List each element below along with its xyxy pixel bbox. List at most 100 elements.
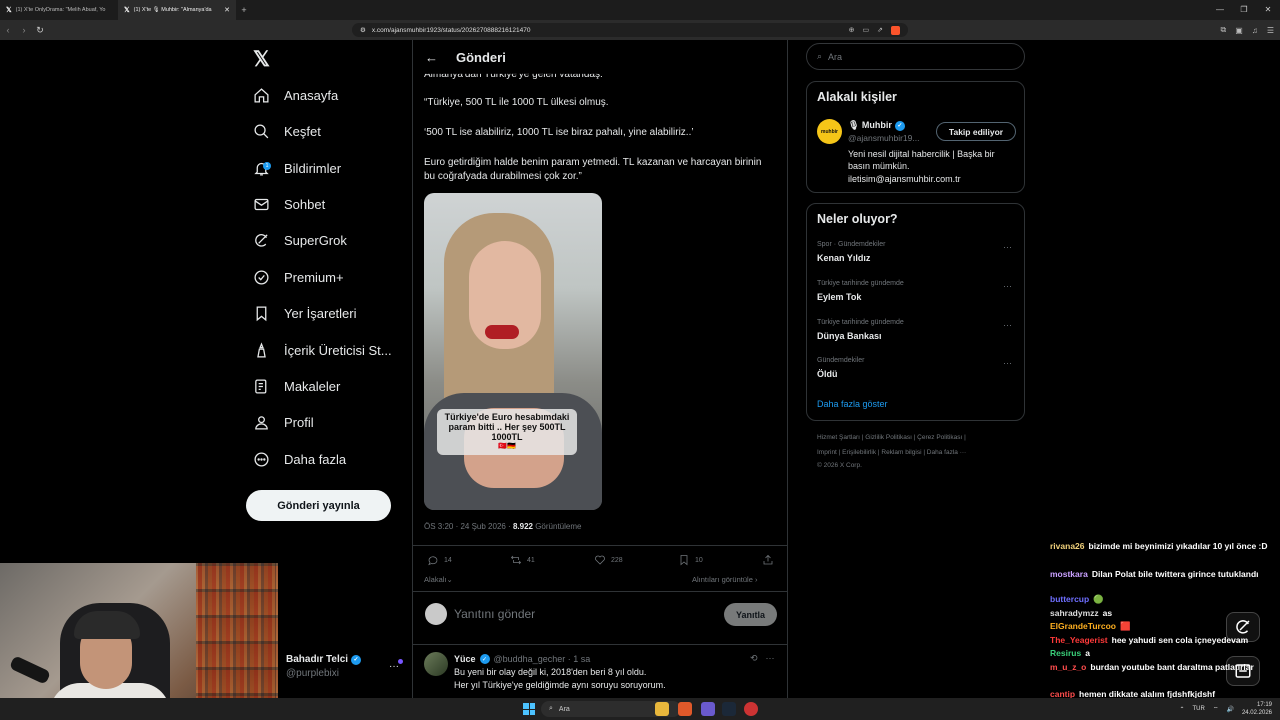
forward-icon[interactable]: › [16,25,32,35]
screen-icon[interactable]: ▭ [863,26,870,35]
footer-links[interactable]: Hizmet Şartları | Gizlilik Politikası | … [817,434,966,441]
site-info-icon[interactable]: ⚙ [360,26,366,34]
creator-icon [257,341,266,358]
chat-username[interactable]: The_Yeagerist [1050,635,1108,646]
menu-icon[interactable]: ☰ [1267,26,1274,35]
avatar[interactable] [424,652,448,676]
sidebar-item-explore[interactable]: Keşfet [253,118,321,144]
following-button[interactable]: Takip ediliyor [936,122,1016,141]
back-arrow-icon[interactable]: ← [425,50,438,65]
trend-item[interactable]: Dünya Bankası [817,331,882,341]
volume-icon[interactable]: 🔊 [1226,706,1233,713]
footer-links[interactable]: Imprint | Erişilebilirlik | Reklam bilgi… [817,449,966,456]
maximize-icon[interactable]: ❐ [1232,0,1256,20]
bookmark-button[interactable]: 10 [678,554,703,566]
verified-icon: ✓ [351,654,362,665]
chat-text: burdan youtube bant daraltma patlatırlar [1090,662,1254,672]
chat-username[interactable]: buttercup [1050,594,1089,605]
sidebar-item-home[interactable]: Anasayfa [253,82,338,108]
trend-item[interactable]: Eylem Tok [817,292,861,302]
sidebar-item-creator-studio[interactable]: İçerik Üreticisi St... [253,337,392,363]
chat-message: rivana26 bizimde mi beynimizi yıkadılar 1… [1050,541,1270,552]
chat-username[interactable]: ElGrandeTurcoo [1050,621,1116,632]
extensions-icon[interactable]: ⧉ [1221,25,1227,35]
back-icon[interactable]: ‹ [0,25,16,35]
brave-browser-icon[interactable] [678,702,692,716]
chat-text: a [1085,648,1090,658]
sidebar-item-premium[interactable]: Premium+ [253,264,344,290]
sidebar-item-more[interactable]: Daha fazla [253,446,346,472]
reply-button[interactable]: 14 [427,554,452,566]
chevron-down-icon: ⌄ [446,575,453,584]
reply-submit-button[interactable]: Yanıtla [724,603,777,626]
trend-more-icon[interactable]: ··· [1003,320,1012,330]
address-bar[interactable]: ⚙ x.com/ajansmuhbir1923/status/202627088… [352,23,908,37]
chat-message: ElGrandeTurcoo 🟥 [1050,621,1270,632]
sidebar-item-label: Daha fazla [284,451,347,467]
x-logo-icon[interactable]: 𝕏 [253,47,270,72]
steam-icon[interactable] [722,702,736,716]
muhbir-avatar[interactable]: muhbir [817,119,842,144]
chat-username[interactable]: m_u_z_o [1050,662,1086,673]
account-switcher[interactable]: Bahadır Telci ✓ @purplebixi [286,654,362,679]
chevron-up-icon[interactable]: ⌃ [1179,706,1184,713]
sidebar-item-articles[interactable]: Makaleler [253,373,340,399]
clock[interactable]: 17:19 24.02.2026 [1242,701,1272,717]
related-dropdown[interactable]: Alakalı⌄ [424,575,453,584]
reload-icon[interactable]: ↻ [32,25,48,36]
brave-shield-icon[interactable] [891,25,900,35]
file-explorer-icon[interactable] [655,702,669,716]
chat-username[interactable]: Resirus [1050,648,1081,659]
discord-icon[interactable] [701,702,715,716]
wallet-icon[interactable]: ▣ [1235,26,1243,35]
minimize-icon[interactable]: — [1208,0,1232,20]
close-tab-icon[interactable]: ✕ [224,6,230,14]
app-icon[interactable] [744,702,758,716]
trend-item[interactable]: Kenan Yıldız [817,253,870,263]
browser-tab-active[interactable]: 𝕏 (1) X'te 🎙 Muhbir: "Almanya'da ✕ [118,0,236,20]
reply-author-name[interactable]: Yüce [454,654,476,664]
repost-button[interactable]: 41 [510,554,535,566]
like-button[interactable]: 228 [594,554,623,566]
post-button[interactable]: Gönderi yayınla [246,490,391,521]
search-input[interactable]: ⌕ Ara [806,43,1025,70]
grok-icon[interactable]: ⟲ [750,653,758,664]
sidebar-item-bookmarks[interactable]: Yer İşaretleri [253,300,357,326]
zoom-icon[interactable]: ⊕ [849,26,855,35]
view-quotes-link[interactable]: Alıntıları görüntüle › [692,575,757,584]
windows-start-icon[interactable] [523,703,535,715]
muhbir-name[interactable]: 🎙 Muhbir ✓ [848,120,905,131]
reply-icon [428,556,438,566]
trend-more-icon[interactable]: ··· [1003,281,1012,291]
network-icon[interactable]: ⌔ [1213,705,1219,713]
sidebar-item-supergrok[interactable]: SuperGrok [253,227,347,253]
trend-item[interactable]: Öldü [817,369,838,379]
lang-indicator[interactable]: TUR [1193,706,1205,712]
chat-username[interactable]: rivana26 [1050,541,1085,552]
new-tab-button[interactable]: + [236,5,252,15]
close-window-icon[interactable]: ✕ [1256,0,1280,20]
share-icon[interactable]: ⇗ [877,26,883,35]
music-icon[interactable]: ♫ [1252,26,1258,35]
chat-username[interactable]: sahradymzz [1050,608,1099,619]
trend-more-icon[interactable]: ··· [1003,242,1012,252]
browser-tab[interactable]: 𝕏 (1) X'te OnlyDrama: "Melih Abuaf, Yo [0,0,118,20]
muhbir-bio: Yeni nesil dijital habercilik | Başka bi… [848,149,995,159]
account-handle: @purplebixi [286,668,339,679]
share-button[interactable] [762,554,774,566]
sidebar-item-profile[interactable]: Profil [253,409,314,435]
divider [413,591,787,592]
sidebar-item-label: Yer İşaretleri [284,305,357,321]
reply-input[interactable]: Yanıtını gönder [454,607,535,621]
sidebar-item-chat[interactable]: Sohbet [253,191,325,217]
divider [413,644,787,645]
chat-text: 🟢 [1093,594,1104,604]
sidebar-item-notifications[interactable]: 1 Bildirimler [253,155,341,181]
trend-more-icon[interactable]: ··· [1003,358,1012,368]
account-status-dot [398,659,403,664]
post-video[interactable]: Türkiye'de Euro hesabımdaki param bitti … [424,193,602,510]
chat-username[interactable]: mostkara [1050,569,1088,580]
reply-count: 14 [444,556,452,564]
show-more-link[interactable]: Daha fazla göster [817,399,888,409]
more-icon[interactable]: ··· [766,653,775,664]
